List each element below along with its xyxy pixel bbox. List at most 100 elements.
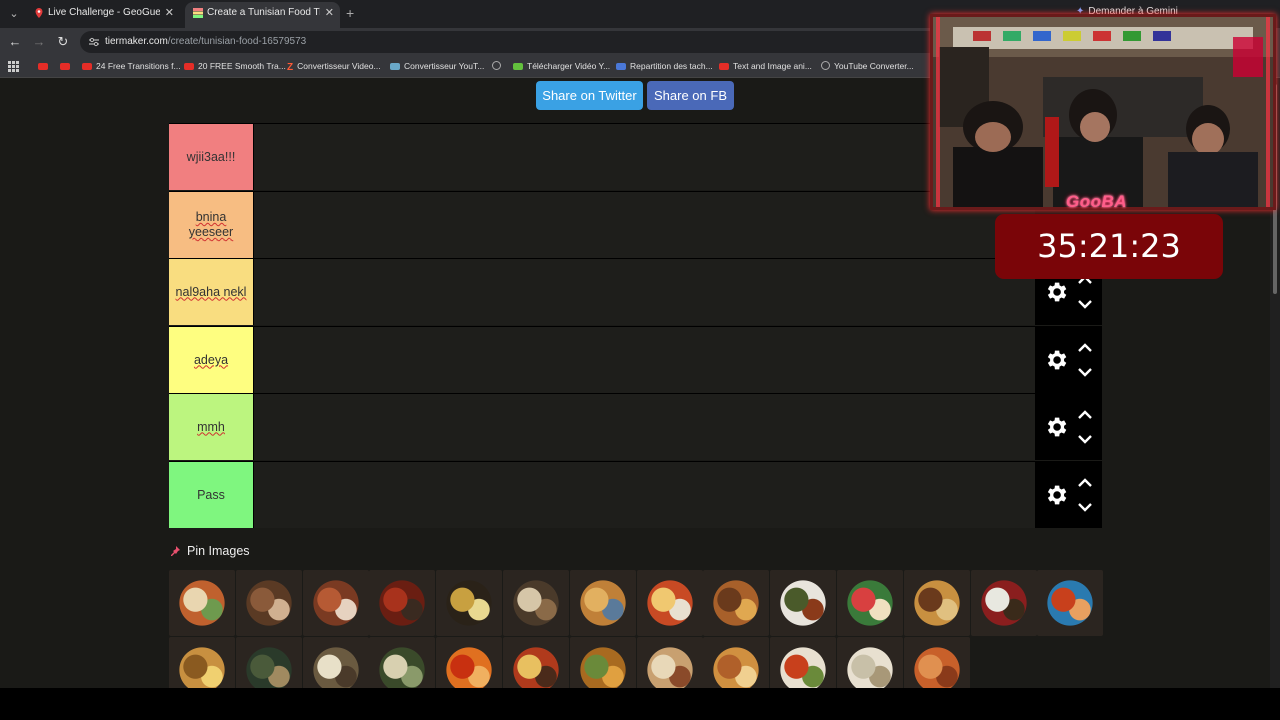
food-image-tile[interactable] — [303, 637, 369, 688]
tier-row: adeya — [169, 326, 1102, 393]
bookmark-3[interactable]: 24 Free Transitions f... — [82, 56, 181, 77]
bookmark-5[interactable]: Z Convertisseur Video... — [287, 56, 381, 78]
tier-label[interactable]: wjii3aa!!! — [169, 124, 253, 190]
food-image-tile[interactable] — [904, 637, 970, 688]
food-image-tile[interactable] — [236, 637, 302, 688]
food-image-tile[interactable] — [703, 637, 769, 688]
food-image-tile[interactable] — [503, 570, 569, 636]
chevron-down-icon[interactable] — [1077, 299, 1093, 311]
bookmark-1[interactable] — [38, 56, 52, 77]
gear-icon[interactable] — [1043, 347, 1069, 373]
new-tab-plus-icon[interactable]: + — [346, 5, 354, 21]
tab-title: Create a Tunisian Food Tier List — [207, 7, 320, 18]
gear-icon[interactable] — [1043, 482, 1069, 508]
webcam-overlay — [930, 14, 1276, 210]
food-image-tile[interactable] — [369, 637, 435, 688]
chevron-up-icon[interactable] — [1077, 341, 1093, 353]
tab-geoguessr[interactable]: Live Challenge - GeoGuessr ✕ — [26, 2, 180, 28]
tier-drop-zone[interactable] — [253, 327, 1035, 393]
gear-icon[interactable] — [1043, 414, 1069, 440]
bookmark-8[interactable]: Télécharger Vidéo Y... — [513, 56, 610, 77]
food-image-tile[interactable] — [503, 637, 569, 688]
share-twitter-button[interactable]: Share on Twitter — [536, 81, 643, 110]
chevron-down-icon[interactable] — [1077, 367, 1093, 379]
tier-label[interactable]: bnina yeeseer — [169, 192, 253, 258]
bookmark-11[interactable]: YouTube Converter... — [821, 56, 914, 77]
pushpin-icon — [171, 546, 180, 556]
food-image-tile[interactable] — [369, 570, 435, 636]
tier-row: mmh — [169, 393, 1102, 460]
chevron-down-icon[interactable] — [1077, 502, 1093, 514]
food-image-tile[interactable] — [570, 637, 636, 688]
share-fb-button[interactable]: Share on FB — [647, 81, 734, 110]
streamer-name-logo: GooBA — [1066, 192, 1128, 211]
back-arrow-icon[interactable]: ← — [6, 33, 24, 51]
reload-icon[interactable]: ↻ — [54, 33, 72, 51]
tier-drop-zone[interactable] — [253, 124, 1035, 190]
tier-drop-zone[interactable] — [253, 259, 1035, 325]
youtube-icon — [184, 63, 194, 70]
food-image-tile[interactable] — [770, 637, 836, 688]
tier-drop-zone[interactable] — [253, 192, 1035, 258]
tier-drop-zone[interactable] — [253, 394, 1035, 460]
address-bar[interactable]: tiermaker.com/create/tunisian-food-16579… — [80, 31, 940, 53]
close-icon[interactable]: ✕ — [325, 2, 334, 24]
stream-timer: 35:21:23 — [995, 214, 1223, 279]
bottom-bar — [0, 688, 1280, 720]
apps-grid-icon[interactable] — [8, 61, 19, 72]
tier-controls — [1035, 462, 1102, 528]
webcam-image — [933, 17, 1273, 207]
youtube-icon — [719, 63, 729, 70]
food-image-tile[interactable] — [637, 570, 703, 636]
food-image-tile[interactable] — [971, 570, 1037, 636]
site-settings-icon[interactable] — [88, 36, 100, 48]
food-image-tile[interactable] — [770, 570, 836, 636]
tier-drop-zone[interactable] — [253, 462, 1035, 528]
tab-search-chevron-icon[interactable]: ⌄ — [6, 6, 22, 22]
tier-label[interactable]: Pass — [169, 462, 253, 528]
food-image-tile[interactable] — [169, 570, 235, 636]
food-image-tile[interactable] — [837, 637, 903, 688]
bookmark-10[interactable]: Text and Image ani... — [719, 56, 812, 77]
food-image-tile[interactable] — [169, 637, 235, 688]
youtube-icon — [82, 63, 92, 70]
tier-label[interactable]: adeya — [169, 327, 253, 393]
chevron-up-icon[interactable] — [1077, 408, 1093, 420]
forward-arrow-icon[interactable]: → — [30, 33, 48, 51]
bookmark-9[interactable]: Repartition des tach... — [616, 56, 713, 77]
food-image-tile[interactable] — [436, 570, 502, 636]
tier-label[interactable]: nal9aha nekl — [169, 259, 253, 325]
food-image-tile[interactable] — [637, 637, 703, 688]
pin-images-heading: Pin Images — [169, 544, 250, 558]
tier-controls — [1035, 327, 1102, 393]
youtube-icon — [38, 63, 48, 70]
gear-icon[interactable] — [1043, 279, 1069, 305]
bookmark-4[interactable]: 20 FREE Smooth Tra... — [184, 56, 286, 77]
tier-row: nal9aha nekl — [169, 258, 1102, 325]
tiermaker-icon — [193, 8, 203, 18]
close-icon[interactable]: ✕ — [165, 2, 174, 24]
food-image-tile[interactable] — [236, 570, 302, 636]
food-image-tile[interactable] — [570, 570, 636, 636]
tab-title: Live Challenge - GeoGuessr — [48, 7, 160, 18]
tab-tiermaker[interactable]: Create a Tunisian Food Tier List ✕ — [185, 2, 340, 28]
tier-label[interactable]: mmh — [169, 394, 253, 460]
download-icon — [513, 63, 523, 70]
z-logo-icon: Z — [287, 62, 294, 73]
docs-icon — [616, 63, 626, 70]
chevron-up-icon[interactable] — [1077, 476, 1093, 488]
food-image-tile[interactable] — [904, 570, 970, 636]
map-pin-icon — [35, 8, 43, 18]
bookmark-7[interactable] — [492, 56, 505, 77]
food-image-tile[interactable] — [303, 570, 369, 636]
bookmark-2[interactable] — [60, 56, 74, 77]
chevron-down-icon[interactable] — [1077, 434, 1093, 446]
food-image-tile[interactable] — [1037, 570, 1103, 636]
globe-icon — [492, 61, 501, 70]
bookmark-6[interactable]: Convertisseur YouT... — [390, 56, 484, 77]
food-image-tile[interactable] — [837, 570, 903, 636]
food-image-tile[interactable] — [436, 637, 502, 688]
food-image-tile[interactable] — [703, 570, 769, 636]
globe-icon — [821, 61, 830, 70]
tier-controls — [1035, 394, 1102, 460]
